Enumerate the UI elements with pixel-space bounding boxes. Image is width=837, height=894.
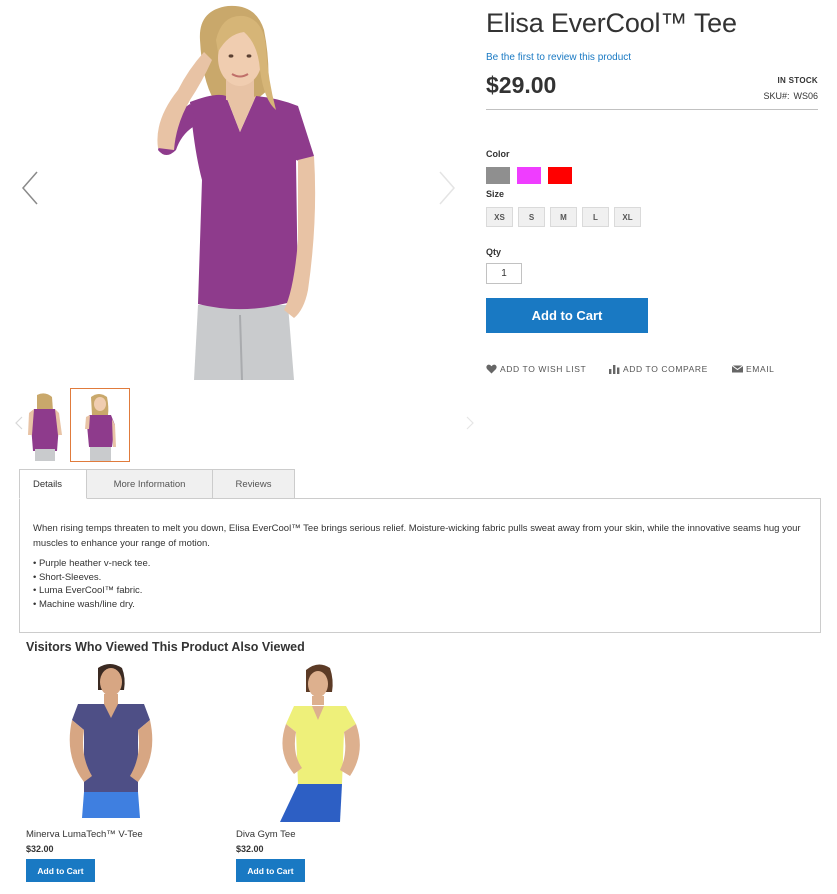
heart-icon	[486, 364, 497, 374]
tab-panel-details: When rising temps threaten to melt you d…	[19, 498, 821, 633]
list-item: • Short-Sleeves.	[33, 571, 102, 583]
product-tabs: Details More Information Reviews When ri…	[19, 469, 821, 633]
chevron-right-icon	[439, 171, 455, 205]
related-product-price: $32.00	[26, 844, 54, 854]
compare-bars-icon	[609, 365, 620, 374]
qty-label: Qty	[486, 247, 502, 257]
sku-value: WS06	[793, 91, 818, 101]
stock-status: IN STOCK	[777, 76, 818, 85]
color-swatch-red[interactable]	[548, 167, 572, 184]
tab-more-information[interactable]: More Information	[86, 469, 213, 499]
size-option-s[interactable]: S	[518, 207, 545, 227]
feature-list: • Purple heather v-neck tee. • Short-Sle…	[33, 557, 150, 611]
product-price: $29.00	[486, 72, 557, 98]
thumbnail-strip	[0, 388, 476, 464]
email-link[interactable]: EMAIL	[732, 363, 775, 375]
chevron-right-icon	[466, 416, 474, 430]
related-product-name[interactable]: Minerva LumaTech™ V-Tee	[26, 829, 143, 840]
related-product-price: $32.00	[236, 844, 264, 854]
qty-input[interactable]	[486, 263, 522, 284]
related-product-name[interactable]: Diva Gym Tee	[236, 829, 295, 840]
list-item: • Purple heather v-neck tee.	[33, 558, 151, 569]
product-description: When rising temps threaten to melt you d…	[33, 523, 801, 549]
thumb-next-arrow[interactable]	[466, 416, 474, 430]
color-swatch-gray[interactable]	[486, 167, 510, 184]
size-option-l[interactable]: L	[582, 207, 609, 227]
main-product-image[interactable]	[118, 0, 358, 380]
wishlist-label: ADD TO WISH LIST	[500, 364, 587, 374]
divider	[486, 109, 818, 110]
add-to-cart-button[interactable]: Add to Cart	[486, 298, 648, 333]
email-label: EMAIL	[746, 364, 775, 374]
related-products-heading: Visitors Who Viewed This Product Also Vi…	[26, 640, 305, 654]
related-product-image[interactable]	[26, 660, 196, 822]
related-product-card: Minerva LumaTech™ V-Tee $32.00 Add to Ca…	[26, 660, 196, 890]
size-label: Size	[486, 189, 505, 199]
sku: SKU#: WS06	[763, 91, 818, 101]
tab-details[interactable]: Details	[19, 469, 87, 499]
product-gallery	[0, 0, 476, 470]
size-option-xl[interactable]: XL	[614, 207, 641, 227]
compare-label: ADD TO COMPARE	[623, 364, 708, 374]
size-option-m[interactable]: M	[550, 207, 577, 227]
related-add-to-cart-button[interactable]: Add to Cart	[26, 859, 95, 882]
color-label: Color	[486, 149, 510, 159]
thumbnail-back-view[interactable]	[14, 388, 74, 462]
review-link[interactable]: Be the first to review this product	[486, 52, 631, 63]
gallery-next-arrow[interactable]	[437, 170, 457, 206]
product-title: Elisa EverCool™ Tee	[486, 8, 737, 38]
list-item: • Machine wash/line dry.	[33, 598, 135, 610]
chevron-left-icon	[22, 171, 38, 205]
gallery-prev-arrow[interactable]	[20, 170, 40, 206]
color-swatch-pink[interactable]	[517, 167, 541, 184]
list-item: • Luma EverCool™ fabric.	[33, 585, 143, 596]
envelope-icon	[732, 365, 743, 373]
add-to-wishlist-link[interactable]: ADD TO WISH LIST	[486, 363, 586, 375]
size-option-xs[interactable]: XS	[486, 207, 513, 227]
sku-label: SKU#:	[763, 91, 790, 101]
thumbnail-front-view[interactable]	[70, 388, 130, 462]
related-add-to-cart-button[interactable]: Add to Cart	[236, 859, 305, 882]
tab-reviews[interactable]: Reviews	[212, 469, 295, 499]
related-product-card: Diva Gym Tee $32.00 Add to Cart	[236, 660, 406, 890]
related-product-image[interactable]	[236, 660, 406, 822]
add-to-compare-link[interactable]: ADD TO COMPARE	[609, 363, 708, 375]
